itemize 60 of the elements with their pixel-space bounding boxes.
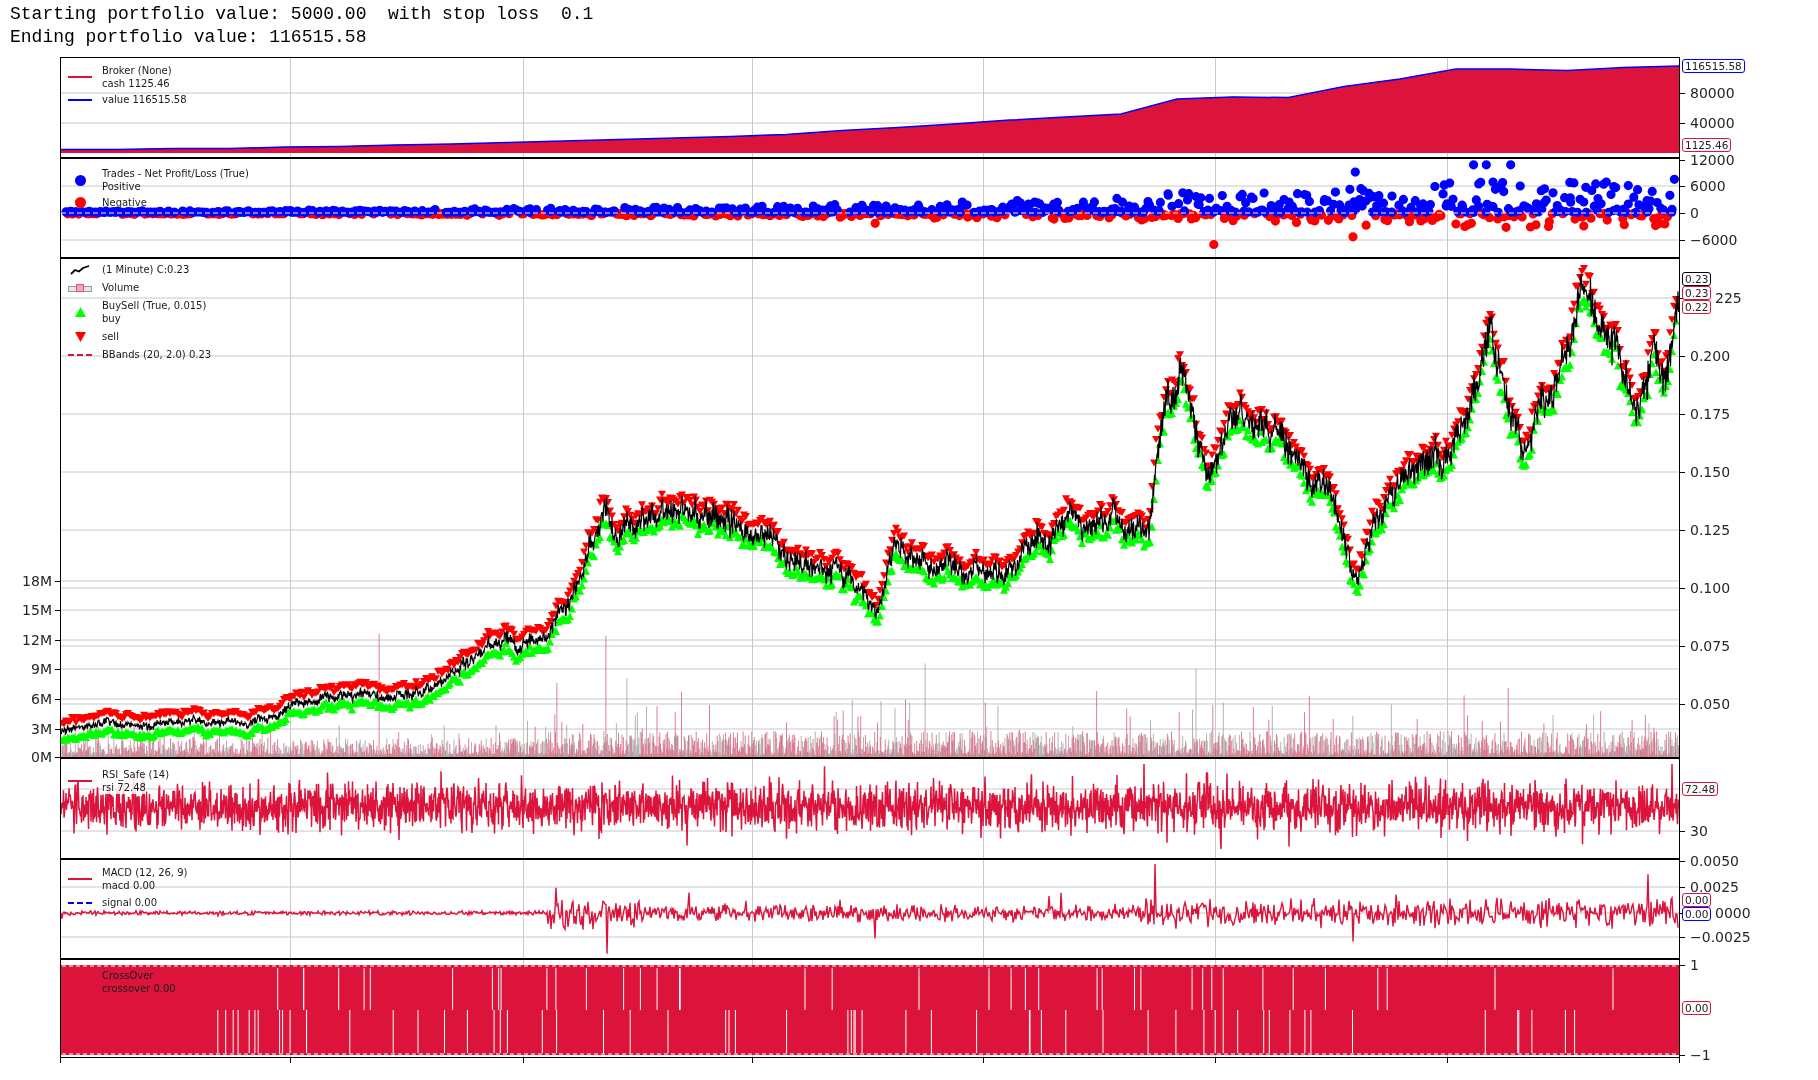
axis-tick-label: 0.175 [1690,407,1731,421]
axis-tick-label: 6M [31,692,52,706]
legend-label: cash 1125.46 [102,77,170,90]
legend-label: macd 0.00 [102,879,156,892]
value-tag: 0.00 [1682,907,1712,921]
axis-tick-label: 0.0025 [1690,880,1739,894]
axis-tick-label: −6000 [1690,233,1738,247]
axis-tick-label: 0.050 [1690,697,1731,711]
legend-title: Broker (None) [102,64,172,77]
legend-label: Positive [102,180,141,193]
value-tag: 0.22 [1682,300,1712,314]
axis-tick-label: 80000 [1690,86,1735,100]
value-tag: 0.00 [1682,893,1712,907]
axis-tick-label: 6000 [1690,179,1726,193]
axis-tick-label: 3M [31,722,52,736]
value-tag: 0.23 [1682,286,1712,300]
legend-label: (1 Minute) C:0.23 [102,263,190,276]
value-tag: 0.23 [1682,272,1712,286]
legend-title: CrossOver [102,969,154,982]
axis-tick-label: 225 [1715,291,1742,305]
legend-label: Negative [102,196,147,209]
legend-line-chart-icon [70,264,90,275]
axis-tick-label: 0.075 [1690,639,1731,653]
legend-label: crossover 0.00 [102,982,176,995]
axis-tick-label: −0.0025 [1690,930,1751,944]
console-output-line: Ending portfolio value: 116515.58 [10,26,367,49]
legend-title: MACD (12, 26, 9) [102,866,188,879]
legend-label: sell [102,330,119,343]
legend-label: value 116515.58 [102,93,187,106]
axis-tick-label: 0 [1690,206,1699,220]
axis-tick-label: 0.0050 [1690,854,1739,868]
legend-label: signal 0.00 [102,896,158,909]
axis-tick-label: 1 [1690,958,1699,972]
legend-bar-icon [68,283,92,292]
axis-tick-label: −1 [1690,1048,1711,1062]
axis-tick-label: 0M [31,750,52,764]
value-tag: 72.48 [1682,782,1719,796]
axis-tick-label: 18M [22,574,52,588]
axis-tick-label: 12000 [1690,153,1735,167]
legend-label: rsi 72.48 [102,781,146,794]
axis-tick-label: 0.125 [1690,523,1731,537]
axis-tick-label: 9M [31,662,52,676]
axis-tick-label: 0000 [1715,906,1751,920]
axis-tick-label: 40000 [1690,116,1735,130]
value-tag: 0.00 [1682,1001,1712,1015]
legend-title: Trades - Net Profit/Loss (True) [102,167,249,180]
legend-label: Volume [102,281,140,294]
legend-title: BuySell (True, 0.015) [102,299,207,312]
axis-tick-label: 0.200 [1690,349,1731,363]
axis-tick-label: 0.150 [1690,465,1731,479]
legend-title: RSI_Safe (14) [102,768,170,781]
axis-tick-label: 15M [22,603,52,617]
legend-label: buy [102,312,121,325]
legend-label: BBands (20, 2.0) 0.23 [102,348,212,361]
value-tag: 116515.58 [1682,59,1745,73]
axis-tick-label: 0.100 [1690,581,1731,595]
axis-tick-label: 12M [22,633,52,647]
console-output-line: Starting portfolio value: 5000.00 with stop loss 0.1 [10,3,594,26]
axis-tick-label: 30 [1690,824,1708,838]
value-tag: 1125.46 [1682,138,1732,152]
